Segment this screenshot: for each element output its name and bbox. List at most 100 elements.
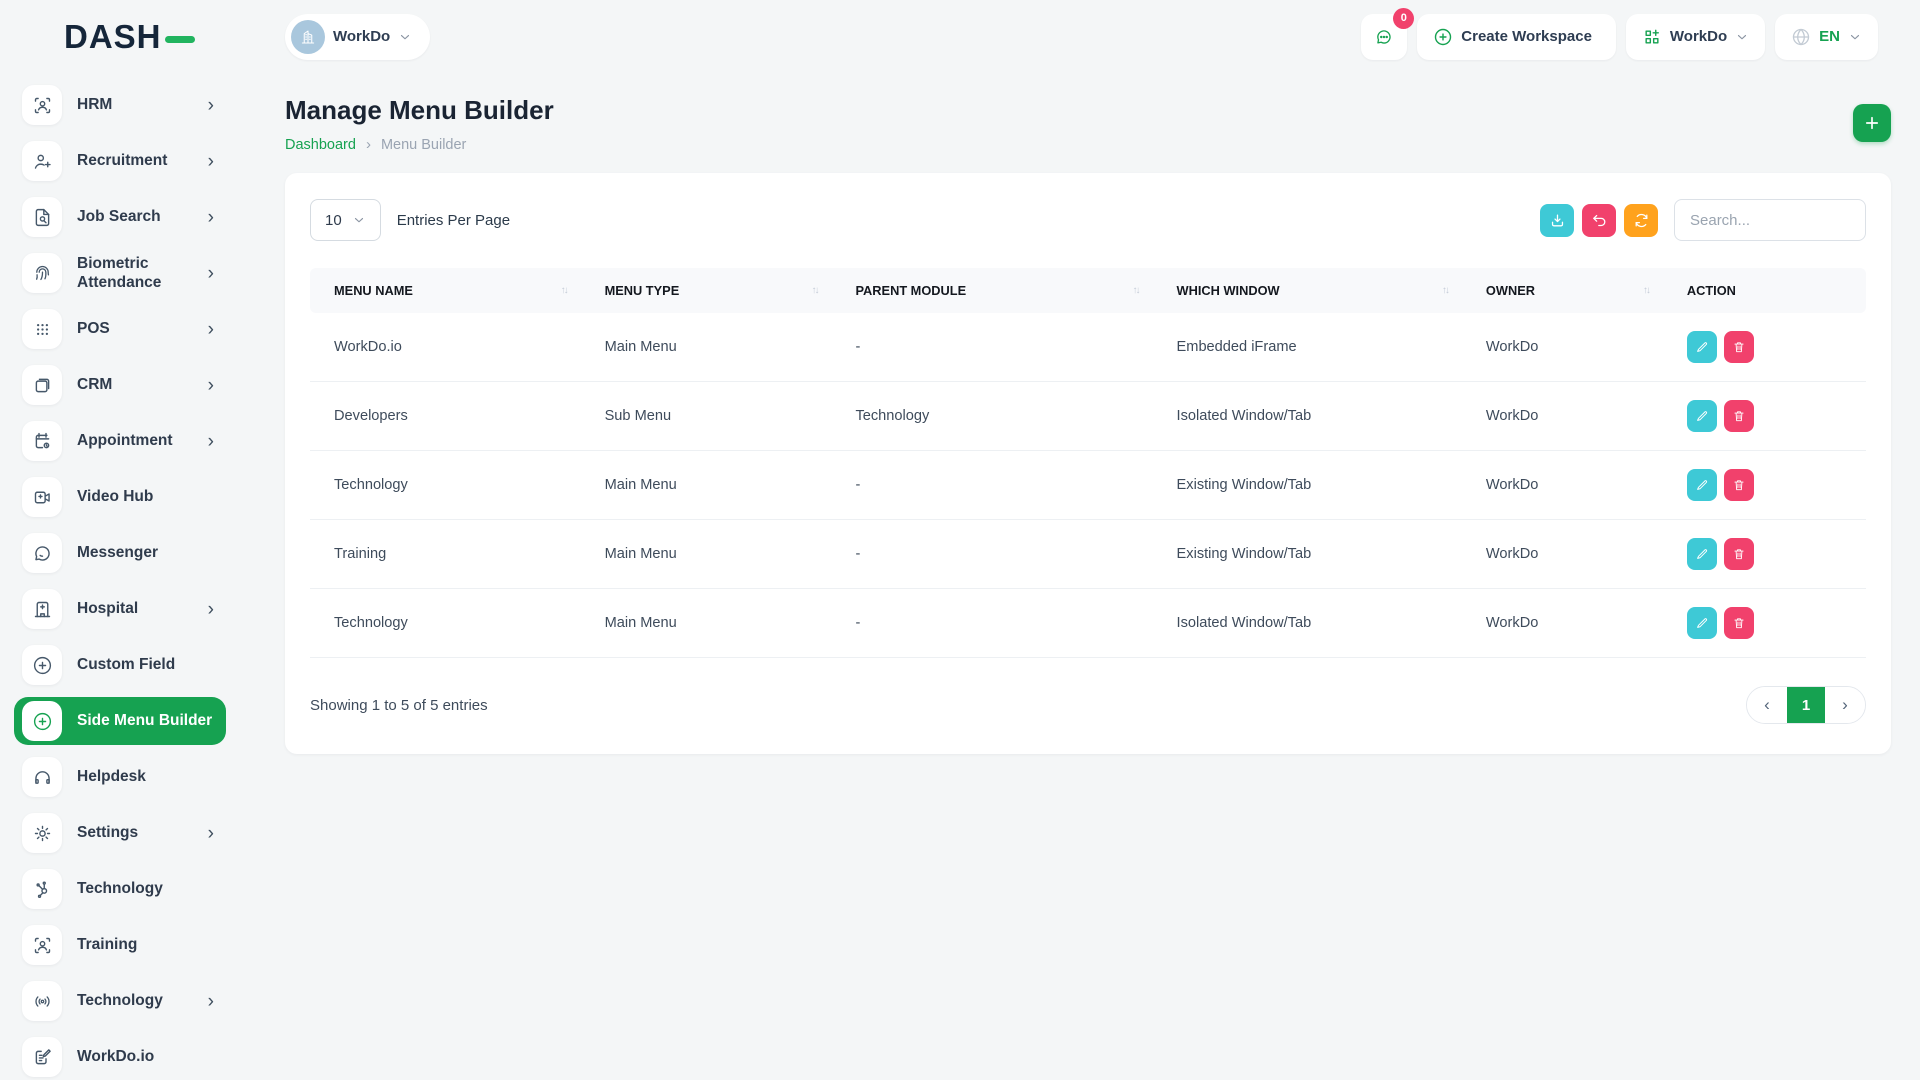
column-header-action: ACTION <box>1675 268 1866 313</box>
app-logo[interactable]: DASH <box>64 18 240 56</box>
undo-button[interactable] <box>1582 204 1616 237</box>
workspace-menu[interactable]: WorkDo <box>1626 14 1765 60</box>
sidebar-item-job-search[interactable]: Job Search› <box>14 193 226 241</box>
sort-icon[interactable]: ↑↓ <box>1133 285 1139 296</box>
sidebar-item-label: Recruitment <box>77 151 202 170</box>
sidebar-item-appointment[interactable]: Appointment › <box>14 417 226 465</box>
sort-icon[interactable]: ↑↓ <box>811 285 817 296</box>
chevron-right-icon: › <box>208 432 214 451</box>
sidebar-item-technology[interactable]: Technology <box>14 865 226 913</box>
column-header-parent-module[interactable]: PARENT MODULE↑↓ <box>843 268 1164 313</box>
pagination-page-1-button[interactable]: 1 <box>1787 687 1825 723</box>
cell-action <box>1675 382 1866 451</box>
delete-button[interactable] <box>1724 607 1754 639</box>
create-workspace-button[interactable]: Create Workspace <box>1417 14 1616 60</box>
sort-icon[interactable]: ↑↓ <box>1643 285 1649 296</box>
plus-icon <box>1863 114 1881 132</box>
sidebar-item-helpdesk[interactable]: Helpdesk <box>14 753 226 801</box>
download-icon <box>1549 212 1566 229</box>
sidebar-item-label: CRM <box>77 375 202 394</box>
sidebar-item-hospital[interactable]: Hospital› <box>14 585 226 633</box>
pencil-icon <box>1695 409 1709 423</box>
sidebar-item-crm[interactable]: CRM› <box>14 361 226 409</box>
chevron-right-icon: › <box>208 824 214 843</box>
chevron-down-icon <box>1735 30 1749 44</box>
sidebar-item-messenger[interactable]: Messenger <box>14 529 226 577</box>
showing-entries-text: Showing 1 to 5 of 5 entries <box>310 697 488 714</box>
sidebar-item-label: Appointment <box>77 431 202 450</box>
column-header-label: ACTION <box>1687 283 1736 298</box>
sidebar-item-workdo-io[interactable]: WorkDo.io <box>14 1033 226 1080</box>
sidebar-item-label: Hospital <box>77 599 202 618</box>
edit-button[interactable] <box>1687 538 1717 570</box>
sidebar-item-video-hub[interactable]: Video Hub <box>14 473 226 521</box>
messages-badge: 0 <box>1393 8 1414 29</box>
sidebar-item-label: Custom Field <box>77 655 214 674</box>
refresh-icon <box>1633 212 1650 229</box>
chevron-right-icon: › <box>208 320 214 339</box>
breadcrumb-dashboard-link[interactable]: Dashboard <box>285 137 356 153</box>
globe-icon <box>1791 27 1811 47</box>
delete-button[interactable] <box>1724 469 1754 501</box>
pagination-prev-button[interactable]: ‹ <box>1747 687 1787 723</box>
column-header-menu-type[interactable]: MENU TYPE↑↓ <box>593 268 844 313</box>
workspace-selector[interactable]: WorkDo <box>285 14 430 60</box>
cell-which-window: Embedded iFrame <box>1165 313 1474 382</box>
table-header-row: MENU NAME↑↓MENU TYPE↑↓PARENT MODULE↑↓WHI… <box>310 268 1866 313</box>
sidebar-item-hrm[interactable]: HRM› <box>14 81 226 129</box>
breadcrumb-separator-icon: › <box>366 136 371 153</box>
cell-action <box>1675 313 1866 382</box>
cell-which-window: Existing Window/Tab <box>1165 451 1474 520</box>
edit-button[interactable] <box>1687 400 1717 432</box>
pencil-icon <box>1695 478 1709 492</box>
column-header-menu-name[interactable]: MENU NAME↑↓ <box>310 268 593 313</box>
edit-button[interactable] <box>1687 607 1717 639</box>
sort-icon[interactable]: ↑↓ <box>561 285 567 296</box>
page-title: Manage Menu Builder <box>285 95 1891 126</box>
fingerprint-icon <box>22 253 62 293</box>
chevron-down-icon <box>398 30 412 44</box>
sidebar-item-label: Messenger <box>77 543 214 562</box>
logo-text: DASH <box>64 18 162 56</box>
entries-per-page-select[interactable]: 10 <box>310 199 381 241</box>
cell-parent-module: - <box>843 313 1164 382</box>
table-body: WorkDo.ioMain Menu-Embedded iFrameWorkDo… <box>310 313 1866 658</box>
pencil-icon <box>1695 616 1709 630</box>
edit-button[interactable] <box>1687 331 1717 363</box>
workspace-menu-label: WorkDo <box>1670 28 1727 45</box>
sidebar-item-recruitment[interactable]: Recruitment› <box>14 137 226 185</box>
sidebar-item-custom-field[interactable]: Custom Field <box>14 641 226 689</box>
create-workspace-label: Create Workspace <box>1461 28 1592 45</box>
building-icon <box>291 20 325 54</box>
sidebar-item-biometric-attendance[interactable]: Biometric Attendance› <box>14 249 226 297</box>
column-header-owner[interactable]: OWNER↑↓ <box>1474 268 1675 313</box>
language-menu[interactable]: EN <box>1775 14 1878 60</box>
refresh-button[interactable] <box>1624 204 1658 237</box>
sidebar-item-settings[interactable]: Settings› <box>14 809 226 857</box>
delete-button[interactable] <box>1724 400 1754 432</box>
delete-button[interactable] <box>1724 538 1754 570</box>
edit-button[interactable] <box>1687 469 1717 501</box>
chevron-right-icon: › <box>208 208 214 227</box>
pagination-next-button[interactable]: › <box>1825 687 1865 723</box>
sidebar-item-training[interactable]: Training <box>14 921 226 969</box>
chevron-right-icon: › <box>208 264 214 283</box>
messages-button[interactable]: 0 <box>1361 14 1407 60</box>
add-menu-button[interactable] <box>1853 104 1891 142</box>
sidebar-item-pos[interactable]: POS› <box>14 305 226 353</box>
column-header-which-window[interactable]: WHICH WINDOW↑↓ <box>1165 268 1474 313</box>
cell-action <box>1675 451 1866 520</box>
sidebar-item-side-menu-builder[interactable]: Side Menu Builder <box>14 697 226 745</box>
undo-icon <box>1591 212 1608 229</box>
cell-menu-name: Technology <box>310 451 593 520</box>
top-header: DASH WorkDo 0 Create Workspace WorkDo EN <box>0 0 1920 73</box>
delete-button[interactable] <box>1724 331 1754 363</box>
search-input[interactable] <box>1674 199 1866 241</box>
entries-per-page-label: Entries Per Page <box>397 212 510 229</box>
sort-icon[interactable]: ↑↓ <box>1442 285 1448 296</box>
sidebar-item-label: Helpdesk <box>77 767 214 786</box>
hospital-icon <box>22 589 62 629</box>
circle-plus-icon <box>22 645 62 685</box>
export-button[interactable] <box>1540 204 1574 237</box>
sidebar-item-technology[interactable]: Technology› <box>14 977 226 1025</box>
